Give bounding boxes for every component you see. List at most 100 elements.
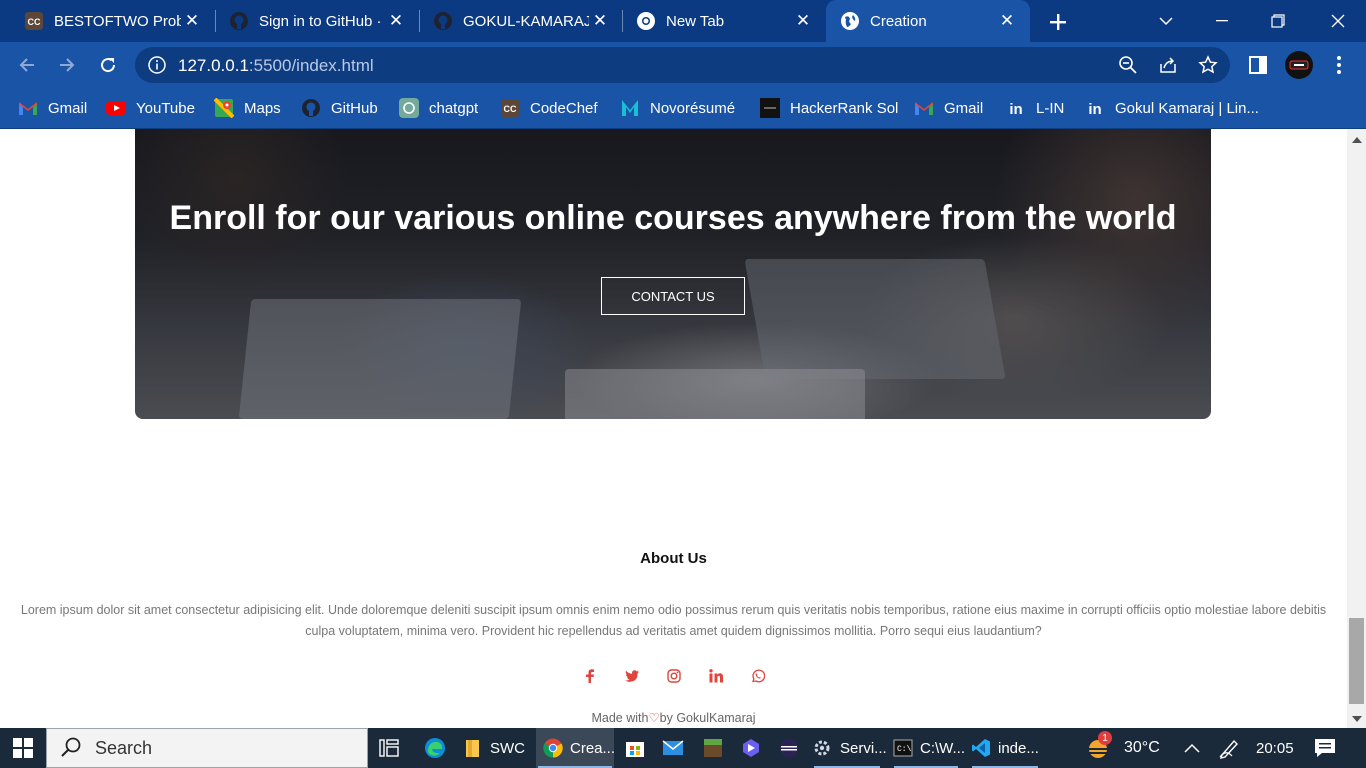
twitter-icon[interactable]	[622, 666, 642, 686]
bookmark-label: CodeChef	[530, 99, 598, 117]
hero-heading: Enroll for our various online courses an…	[169, 199, 1177, 237]
instagram-icon[interactable]	[664, 666, 684, 686]
reload-button[interactable]	[93, 50, 123, 80]
heart-icon: ♡	[648, 711, 660, 725]
bookmark-hackerrank[interactable]: HackerRank Sol	[760, 96, 898, 120]
tab-search-chevron-icon[interactable]	[1138, 0, 1194, 42]
clock[interactable]: 20:05	[1256, 728, 1294, 768]
profile-avatar[interactable]	[1285, 51, 1313, 79]
taskbar-edge[interactable]	[424, 728, 450, 768]
about-us-heading: About Us	[640, 550, 707, 567]
taskbar-eclipse[interactable]	[778, 728, 800, 768]
bookmark-label: YouTube	[136, 99, 195, 117]
tab-title: Creation	[870, 12, 927, 30]
github-icon	[229, 11, 249, 31]
close-icon[interactable]: ✕	[385, 10, 407, 32]
close-icon[interactable]: ✕	[996, 10, 1018, 32]
tab-github-signin[interactable]: Sign in to GitHub · ✕	[205, 0, 419, 42]
hero-banner: Enroll for our various online courses an…	[135, 129, 1211, 419]
bookmark-label: Gmail	[48, 99, 88, 117]
store-icon	[624, 737, 646, 759]
taskbar-label: SWC	[490, 739, 525, 757]
tab-gokul-repo[interactable]: GOKUL-KAMARAJ/ ✕	[409, 0, 623, 42]
weather-badge: 1	[1098, 731, 1112, 745]
linkedin-icon[interactable]	[706, 666, 726, 686]
bookmark-chatgpt[interactable]: chatgpt	[399, 96, 478, 120]
linkedin-icon: in	[1006, 98, 1026, 118]
folder-icon	[462, 737, 484, 759]
weather-temperature: 30°C	[1124, 739, 1160, 756]
whatsapp-icon[interactable]	[748, 666, 768, 686]
site-info-icon[interactable]	[147, 55, 167, 75]
bookmark-label: Gokul Kamaraj | Lin...	[1115, 99, 1259, 117]
taskbar-vscode[interactable]: inde...	[970, 728, 1040, 768]
tab-new-tab[interactable]: New Tab ✕	[612, 0, 826, 42]
about-us-text: Lorem ipsum dolor sit amet consectetur a…	[20, 603, 1327, 638]
bookmark-gmail-2[interactable]: Gmail	[914, 96, 983, 120]
zoom-icon[interactable]	[1117, 54, 1139, 76]
taskbar-minecraft[interactable]	[702, 728, 724, 768]
task-view-button[interactable]	[378, 728, 404, 768]
address-bar[interactable]: 127.0.0.1:5500/index.html	[135, 47, 1230, 83]
taskbar-services[interactable]: Servi...	[812, 728, 887, 768]
taskbar-chrome[interactable]: Crea...	[536, 728, 615, 768]
url-text: 127.0.0.1:5500/index.html	[178, 56, 374, 75]
tab-bestoftwo[interactable]: CC BESTOFTWO Probl ✕	[0, 0, 215, 42]
svg-text:CC: CC	[504, 104, 517, 114]
side-panel-icon[interactable]	[1245, 52, 1271, 78]
scrollbar-thumb[interactable]	[1349, 618, 1364, 704]
tab-creation[interactable]: Creation ✕	[826, 0, 1030, 42]
page-scrollbar[interactable]	[1347, 129, 1366, 728]
facebook-icon[interactable]	[580, 666, 600, 686]
taskbar-swc-folder[interactable]: SWC	[462, 728, 525, 768]
taskbar-app-purple[interactable]	[740, 728, 762, 768]
bookmark-youtube[interactable]: YouTube	[106, 96, 195, 120]
menu-kebab-icon[interactable]	[1326, 52, 1352, 78]
bookmark-maps[interactable]: Maps	[214, 96, 281, 120]
svg-text:in: in	[1088, 101, 1101, 118]
codechef-icon: CC	[500, 98, 520, 118]
scroll-down-arrow-icon[interactable]	[1352, 716, 1362, 722]
forward-button[interactable]	[52, 50, 82, 80]
bookmark-gokul-linkedin[interactable]: in Gokul Kamaraj | Lin...	[1085, 96, 1259, 120]
taskbar-cmd[interactable]: C:\ C:\W...	[892, 728, 965, 768]
windows-taskbar: Search SWC Crea... Servi... C:\ C:\W... …	[0, 728, 1366, 768]
close-window-button[interactable]	[1310, 0, 1366, 42]
svg-text:CC: CC	[28, 17, 41, 27]
contact-us-button[interactable]: CONTACT US	[601, 277, 745, 315]
browser-toolbar: 127.0.0.1:5500/index.html	[0, 42, 1366, 88]
scroll-up-arrow-icon[interactable]	[1352, 137, 1362, 143]
start-button[interactable]	[0, 728, 46, 768]
close-icon[interactable]: ✕	[589, 10, 611, 32]
taskbar-mail[interactable]	[662, 728, 686, 768]
notifications-icon[interactable]	[1314, 728, 1336, 768]
tab-title: Sign in to GitHub ·	[259, 12, 382, 30]
taskbar-search[interactable]: Search	[46, 728, 368, 768]
show-hidden-icons-chevron-icon[interactable]	[1184, 728, 1200, 768]
edge-icon	[424, 737, 446, 759]
minimize-button[interactable]	[1194, 0, 1250, 42]
restore-button[interactable]	[1250, 0, 1306, 42]
share-icon[interactable]	[1157, 54, 1179, 76]
close-icon[interactable]: ✕	[181, 10, 203, 32]
bookmark-star-icon[interactable]	[1197, 54, 1219, 76]
back-button[interactable]	[12, 50, 42, 80]
bookmark-gmail[interactable]: Gmail	[18, 96, 87, 120]
taskbar-store[interactable]	[624, 728, 646, 768]
tab-title: New Tab	[666, 12, 725, 30]
pen-workspace-icon[interactable]	[1218, 728, 1240, 768]
weather-icon: 1	[1084, 731, 1114, 760]
close-icon[interactable]: ✕	[792, 10, 814, 32]
vscode-icon	[970, 737, 992, 759]
bookmark-codechef[interactable]: CC CodeChef	[500, 96, 598, 120]
bookmark-novoresume[interactable]: Novorésumé	[620, 96, 735, 120]
bookmark-l-in[interactable]: in L-IN	[1006, 96, 1064, 120]
new-tab-button[interactable]	[1044, 8, 1072, 36]
search-placeholder: Search	[95, 737, 153, 758]
bookmark-github[interactable]: GitHub	[301, 96, 378, 120]
chatgpt-icon	[399, 98, 419, 118]
weather-widget[interactable]: 1 30°C	[1084, 728, 1160, 768]
bookmark-label: chatgpt	[429, 99, 479, 117]
services-gear-icon	[812, 737, 834, 759]
bookmarks-bar: Gmail YouTube Maps GitHub chatgpt CC Cod…	[0, 88, 1366, 129]
